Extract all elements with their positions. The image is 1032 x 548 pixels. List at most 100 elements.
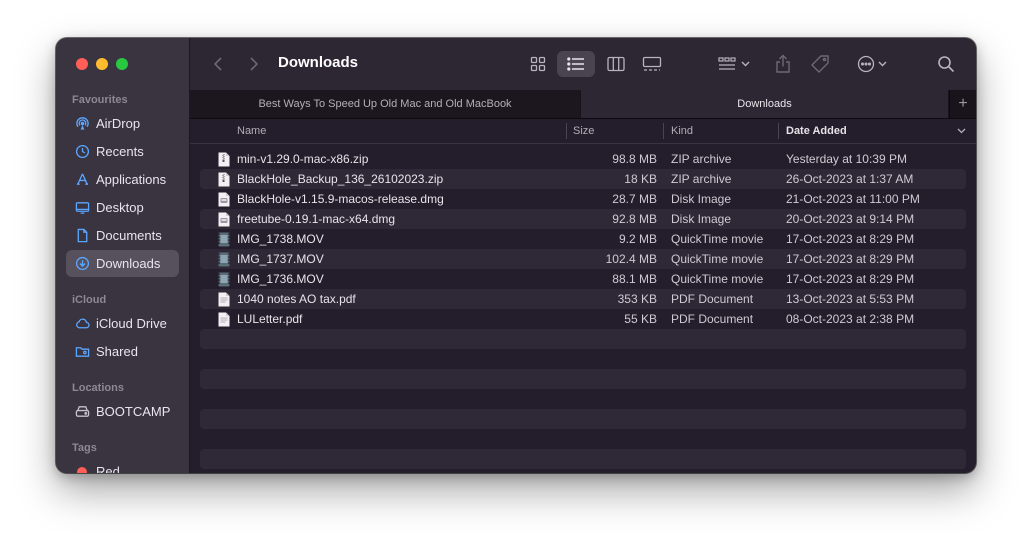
file-kind: QuickTime movie [671, 232, 764, 246]
empty-row [200, 349, 966, 369]
chevron-down-icon [878, 61, 887, 67]
sort-descending-icon[interactable] [957, 119, 966, 143]
empty-row [200, 449, 966, 469]
column-view-button[interactable] [602, 51, 630, 77]
search-icon [938, 56, 955, 73]
close-window-button[interactable] [76, 58, 88, 70]
search-button[interactable] [934, 51, 958, 77]
forward-button[interactable] [244, 51, 264, 77]
empty-row [200, 369, 966, 389]
sidebar-item-shared[interactable]: Shared [66, 338, 179, 365]
file-kind: PDF Document [671, 292, 754, 306]
file-kind: Disk Image [671, 192, 732, 206]
gallery-icon [642, 56, 662, 71]
table-row[interactable]: freetube-0.19.1-mac-x64.dmg 92.8 MB Disk I… [200, 209, 966, 229]
share-button[interactable] [772, 51, 794, 77]
list-icon [567, 57, 584, 71]
disk-image-icon [218, 192, 230, 207]
sidebar-item-applications[interactable]: Applications [66, 166, 179, 193]
document-icon [74, 228, 90, 244]
movie-file-icon [218, 272, 230, 287]
download-icon [74, 256, 90, 272]
disk-image-icon [218, 212, 230, 227]
group-by-button[interactable] [714, 51, 754, 77]
sidebar-item-downloads[interactable]: Downloads [66, 250, 179, 277]
table-row[interactable]: BlackHole-v1.15.9-macos-release.dmg 28.7 … [200, 189, 966, 209]
file-size: 28.7 MB [612, 192, 657, 206]
sidebar-item-label: Red [96, 464, 120, 473]
file-date-added: 17-Oct-2023 at 8:29 PM [786, 272, 915, 286]
table-row[interactable]: IMG_1738.MOV 9.2 MB QuickTime movie 17-Oct-… [200, 229, 966, 249]
window-controls [76, 58, 128, 70]
sidebar-item-label: Shared [96, 344, 138, 359]
ellipsis-circle-icon [857, 55, 875, 73]
sidebar-item-icloud-drive[interactable]: iCloud Drive [66, 310, 179, 337]
file-size: 55 KB [624, 312, 657, 326]
file-size: 102.4 MB [605, 252, 657, 266]
icon-view-button[interactable] [524, 51, 552, 77]
zoom-window-button[interactable] [116, 58, 128, 70]
action-menu-button[interactable] [854, 51, 890, 77]
column-divider[interactable] [778, 123, 779, 139]
column-header: Name Size Kind Date Added [190, 119, 976, 144]
movie-file-icon [218, 252, 230, 267]
sidebar-item-label: Documents [96, 228, 162, 243]
sidebar-item-bootcamp[interactable]: BOOTCAMP [66, 398, 179, 425]
new-tab-button[interactable]: + [949, 90, 976, 118]
tag-button[interactable] [810, 51, 832, 77]
minimize-window-button[interactable] [96, 58, 108, 70]
table-row[interactable]: LULetter.pdf 55 KB PDF Document 08-Oct-2023… [200, 309, 966, 329]
column-divider[interactable] [566, 123, 567, 139]
empty-row [200, 409, 966, 429]
table-row[interactable]: 1040 notes AO tax.pdf 353 KB PDF Document 1… [200, 289, 966, 309]
file-name: LULetter.pdf [237, 312, 303, 326]
shared-folder-icon [74, 344, 90, 360]
table-row[interactable]: IMG_1736.MOV 88.1 MB QuickTime movie 17-Oct… [200, 269, 966, 289]
finder-window: Favourites AirDrop Recents Applications … [56, 38, 976, 473]
file-date-added: 17-Oct-2023 at 8:29 PM [786, 252, 915, 266]
file-name: 1040 notes AO tax.pdf [237, 292, 356, 306]
applications-icon [74, 172, 90, 188]
file-size: 92.8 MB [612, 212, 657, 226]
table-row[interactable]: min-v1.29.0-mac-x86.zip 98.8 MB ZIP archiv… [200, 149, 966, 169]
sidebar-section-icloud: iCloud [72, 294, 107, 306]
file-date-added: 21-Oct-2023 at 11:00 PM [786, 192, 920, 206]
chevron-right-icon [250, 57, 259, 71]
column-divider[interactable] [663, 123, 664, 139]
columns-icon [607, 56, 625, 72]
pdf-file-icon [218, 312, 230, 327]
sidebar-item-label: BOOTCAMP [96, 404, 171, 419]
group-icon [718, 57, 736, 70]
file-kind: QuickTime movie [671, 252, 764, 266]
sidebar-item-label: Recents [96, 144, 144, 159]
gallery-view-button[interactable] [638, 51, 666, 77]
sidebar-item-tag-red[interactable]: Red [66, 458, 179, 473]
list-view-button[interactable] [557, 51, 595, 77]
column-name[interactable]: Name [237, 119, 266, 143]
grid-icon [530, 56, 546, 72]
tab-speed-up-mac[interactable]: Best Ways To Speed Up Old Mac and Old Ma… [190, 90, 580, 118]
sidebar-item-label: AirDrop [96, 116, 141, 131]
column-size[interactable]: Size [573, 119, 594, 143]
desktop-icon [74, 200, 90, 216]
sidebar-item-recents[interactable]: Recents [66, 138, 179, 165]
file-date-added: 17-Oct-2023 at 8:29 PM [786, 232, 915, 246]
table-row[interactable]: BlackHole_Backup_136_26102023.zip 18 KB ZI… [200, 169, 966, 189]
sidebar-section-locations: Locations [72, 382, 124, 394]
table-row[interactable]: IMG_1737.MOV 102.4 MB QuickTime movie 17-Oc… [200, 249, 966, 269]
sidebar-item-airdrop[interactable]: AirDrop [66, 110, 179, 137]
column-date-added[interactable]: Date Added [786, 119, 847, 143]
back-button[interactable] [208, 51, 228, 77]
cloud-icon [74, 316, 90, 332]
empty-row [200, 329, 966, 349]
sidebar-item-documents[interactable]: Documents [66, 222, 179, 249]
file-kind: QuickTime movie [671, 272, 764, 286]
drive-icon [74, 404, 90, 420]
file-name: IMG_1738.MOV [237, 232, 324, 246]
column-kind[interactable]: Kind [671, 119, 693, 143]
file-size: 353 KB [617, 292, 657, 306]
tab-downloads[interactable]: Downloads [581, 90, 948, 118]
sidebar: Favourites AirDrop Recents Applications … [56, 38, 190, 473]
sidebar-item-desktop[interactable]: Desktop [66, 194, 179, 221]
file-list: min-v1.29.0-mac-x86.zip 98.8 MB ZIP archiv… [200, 149, 966, 473]
